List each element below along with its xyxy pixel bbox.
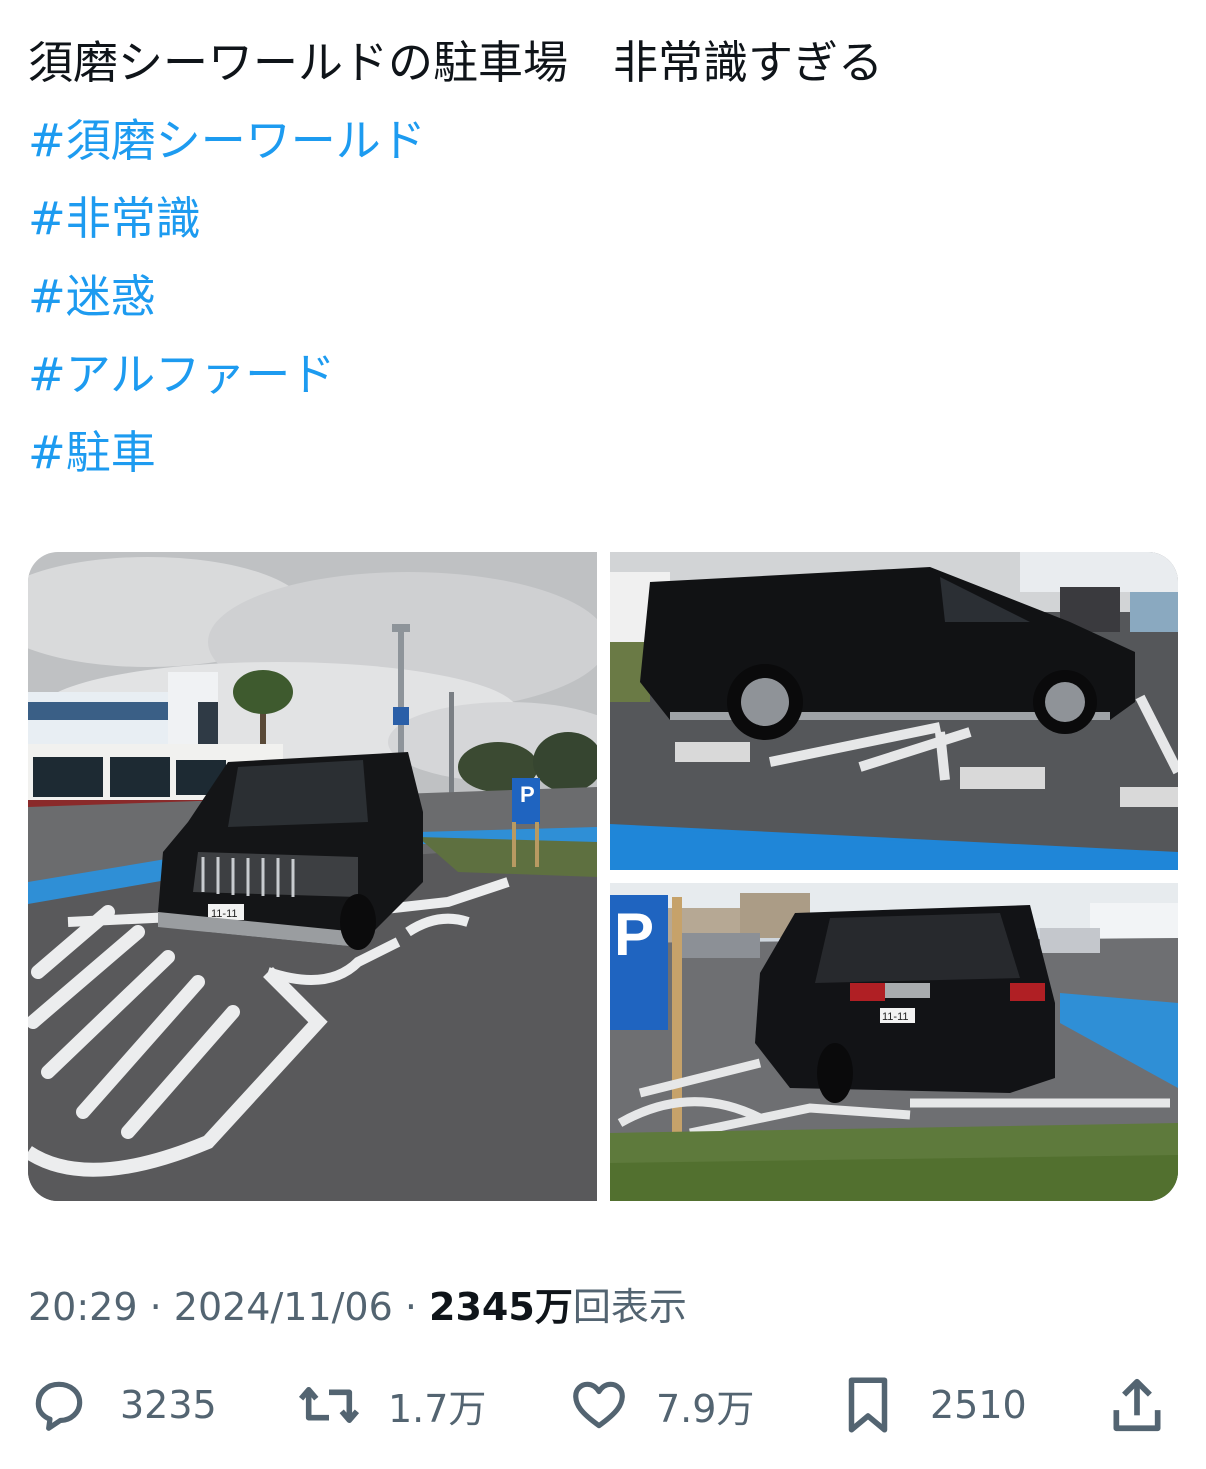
views-unit: 万: [534, 1285, 573, 1329]
reply-button[interactable]: 3235: [28, 1370, 217, 1440]
hashtag-link[interactable]: #アルファード: [28, 336, 1178, 414]
retweet-icon: [296, 1374, 362, 1436]
reply-icon: [28, 1374, 90, 1436]
share-icon: [1108, 1374, 1166, 1436]
sign-letter: P: [520, 782, 535, 807]
reply-count: 3235: [120, 1383, 217, 1427]
tweet-time[interactable]: 20:29: [28, 1285, 138, 1329]
hashtag-link[interactable]: #非常識: [28, 180, 1178, 258]
tweet-meta: 20:29 · 2024/11/06 · 2345万回表示: [28, 1276, 687, 1331]
sign-letter-2: P: [614, 901, 654, 968]
separator: ·: [392, 1285, 430, 1329]
views-label: 回表示: [572, 1285, 687, 1329]
hashtag-link[interactable]: #迷惑: [28, 258, 1178, 336]
like-button[interactable]: 7.9万: [568, 1370, 754, 1440]
license-plate-rear: 11-11: [882, 1011, 909, 1023]
like-count: 7.9万: [656, 1386, 755, 1431]
bookmark-icon: [840, 1372, 896, 1438]
photo-rear[interactable]: P 11-11: [610, 883, 1178, 1201]
media-grid: P 11-11 P 11-11: [28, 552, 1178, 1201]
bookmark-button[interactable]: 2510: [840, 1370, 1027, 1440]
tweet-body: 須磨シーワールドの駐車場 非常識すぎる: [28, 36, 884, 89]
separator: ·: [137, 1285, 174, 1329]
retweet-count: 1.7万: [388, 1386, 487, 1431]
photo-main[interactable]: P 11-11: [28, 552, 628, 1201]
bookmark-count: 2510: [930, 1383, 1027, 1427]
heart-icon: [568, 1374, 630, 1436]
tweet-date[interactable]: 2024/11/06: [174, 1285, 393, 1329]
hashtag-link[interactable]: #須磨シーワールド: [28, 102, 1178, 180]
retweet-button[interactable]: 1.7万: [296, 1370, 486, 1440]
photo-side[interactable]: [610, 552, 1178, 870]
tweet-text: 須磨シーワールドの駐車場 非常識すぎる #須磨シーワールド #非常識 #迷惑 #…: [28, 24, 1178, 492]
action-bar: 3235 1.7万 7.9万 2510: [28, 1370, 1178, 1440]
share-button[interactable]: [1108, 1370, 1166, 1440]
views-count: 2345: [429, 1285, 535, 1329]
hashtag-link[interactable]: #駐車: [28, 414, 1178, 492]
